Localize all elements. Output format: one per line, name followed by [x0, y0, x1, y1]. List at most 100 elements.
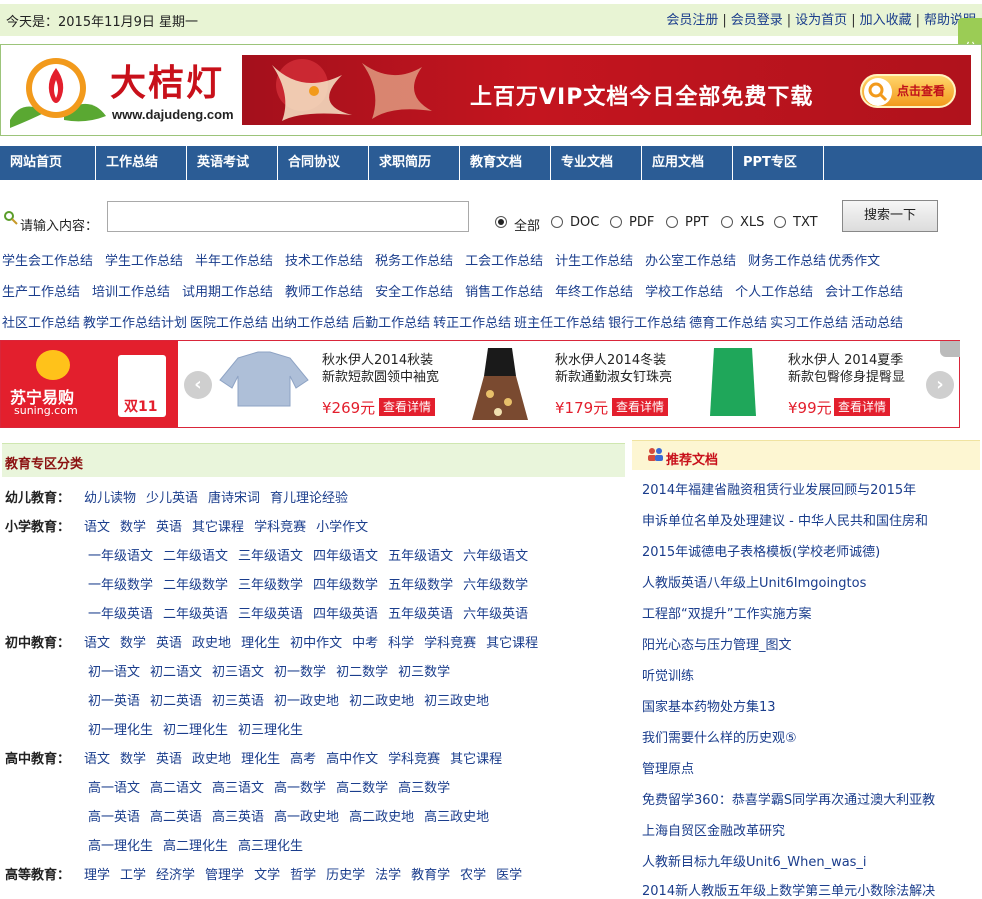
- category-link[interactable]: 高二数学: [336, 781, 388, 796]
- radio-ppt[interactable]: [666, 216, 678, 228]
- category-link[interactable]: 其它课程: [450, 752, 502, 767]
- category-link[interactable]: 经济学: [156, 868, 195, 883]
- tag-link[interactable]: 学校工作总结: [645, 285, 723, 300]
- recommended-doc-link[interactable]: 免费留学360：恭喜学霸S同学再次通过澳大利亚教: [642, 789, 935, 808]
- category-link[interactable]: 高三数学: [398, 781, 450, 796]
- category-link[interactable]: 六年级英语: [463, 607, 528, 622]
- nav-resume[interactable]: 求职简历: [369, 146, 460, 180]
- category-link[interactable]: 高三英语: [212, 810, 264, 825]
- category-link[interactable]: 理学: [84, 868, 110, 883]
- category-link[interactable]: 数学: [120, 752, 146, 767]
- category-link[interactable]: 初二理化生: [163, 723, 228, 738]
- category-link[interactable]: 文学: [254, 868, 280, 883]
- recommended-doc-link[interactable]: 2015年诚德电子表格模板(学校老师诚德): [642, 541, 880, 560]
- tag-link[interactable]: 医院工作总结: [190, 316, 268, 331]
- category-link[interactable]: 一年级数学: [88, 578, 153, 593]
- category-link[interactable]: 高二理化生: [163, 839, 228, 854]
- category-link[interactable]: 历史学: [326, 868, 365, 883]
- nav-education-docs[interactable]: 教育文档: [460, 146, 551, 180]
- category-link[interactable]: 管理学: [205, 868, 244, 883]
- category-link[interactable]: 高考: [290, 752, 316, 767]
- set-homepage-link[interactable]: 设为首页: [795, 13, 847, 28]
- nav-home[interactable]: 网站首页: [0, 146, 96, 180]
- category-link[interactable]: 初三数学: [398, 665, 450, 680]
- tag-link[interactable]: 工会工作总结: [465, 254, 543, 269]
- tag-link[interactable]: 教师工作总结: [285, 285, 363, 300]
- category-link[interactable]: 二年级数学: [163, 578, 228, 593]
- category-link[interactable]: 六年级语文: [463, 549, 528, 564]
- product-skirt-image[interactable]: [708, 346, 758, 420]
- tag-link[interactable]: 税务工作总结: [375, 254, 453, 269]
- category-link[interactable]: 高二政史地: [349, 810, 414, 825]
- category-link[interactable]: 高二语文: [150, 781, 202, 796]
- nav-professional-docs[interactable]: 专业文档: [551, 146, 642, 180]
- category-link[interactable]: 五年级数学: [388, 578, 453, 593]
- category-link[interactable]: 高一理化生: [88, 839, 153, 854]
- tag-link[interactable]: 个人工作总结: [735, 285, 813, 300]
- category-link[interactable]: 三年级语文: [238, 549, 303, 564]
- category-link[interactable]: 高三理化生: [238, 839, 303, 854]
- radio-all[interactable]: [495, 216, 507, 228]
- category-link[interactable]: 政史地: [192, 636, 231, 651]
- category-link[interactable]: 学科竞赛: [254, 520, 306, 535]
- tag-link[interactable]: 后勤工作总结: [352, 316, 430, 331]
- category-link[interactable]: 英语: [156, 636, 182, 651]
- category-link[interactable]: 高三政史地: [424, 810, 489, 825]
- category-link[interactable]: 四年级数学: [313, 578, 378, 593]
- category-link[interactable]: 理化生: [241, 636, 280, 651]
- nav-contracts[interactable]: 合同协议: [278, 146, 369, 180]
- nav-ppt[interactable]: PPT专区: [733, 146, 824, 180]
- category-link[interactable]: 初三语文: [212, 665, 264, 680]
- category-link[interactable]: 学科竞赛: [388, 752, 440, 767]
- category-link[interactable]: 英语: [156, 520, 182, 535]
- tag-link[interactable]: 办公室工作总结: [645, 254, 736, 269]
- category-link[interactable]: 高一政史地: [274, 810, 339, 825]
- search-input[interactable]: [107, 201, 469, 232]
- tag-link[interactable]: 安全工作总结: [375, 285, 453, 300]
- category-link[interactable]: 初一数学: [274, 665, 326, 680]
- recommended-doc-link[interactable]: 上海自贸区金融改革研究: [642, 820, 785, 839]
- recommended-doc-link[interactable]: 工程部“双提升”工作实施方案: [642, 603, 811, 622]
- tag-link[interactable]: 学生工作总结: [105, 254, 183, 269]
- tag-link[interactable]: 培训工作总结: [92, 285, 170, 300]
- category-link[interactable]: 高一英语: [88, 810, 140, 825]
- recommended-doc-link[interactable]: 管理原点: [642, 758, 694, 777]
- category-link[interactable]: 五年级语文: [388, 549, 453, 564]
- login-link[interactable]: 会员登录: [731, 13, 783, 28]
- lantern-logo-icon[interactable]: [2, 50, 110, 134]
- category-link[interactable]: 初一政史地: [274, 694, 339, 709]
- category-link[interactable]: 语文: [84, 636, 110, 651]
- category-link[interactable]: 初一英语: [88, 694, 140, 709]
- category-link[interactable]: 唐诗宋词: [208, 491, 260, 506]
- category-link[interactable]: 农学: [460, 868, 486, 883]
- category-link[interactable]: 教育学: [411, 868, 450, 883]
- category-link[interactable]: 理化生: [241, 752, 280, 767]
- category-link[interactable]: 少儿英语: [146, 491, 198, 506]
- product-sweater-image[interactable]: [218, 350, 310, 410]
- recommended-doc-link[interactable]: 听觉训练: [642, 665, 694, 684]
- tag-link[interactable]: 生产工作总结: [2, 285, 80, 300]
- category-link[interactable]: 学科竞赛: [424, 636, 476, 651]
- category-link[interactable]: 中考: [352, 636, 378, 651]
- tag-link[interactable]: 德育工作总结: [689, 316, 767, 331]
- category-link[interactable]: 高二英语: [150, 810, 202, 825]
- tag-link[interactable]: 学生会工作总结: [2, 254, 93, 269]
- category-link[interactable]: 初三理化生: [238, 723, 303, 738]
- register-link[interactable]: 会员注册: [666, 13, 718, 28]
- tag-link[interactable]: 会计工作总结: [825, 285, 903, 300]
- category-link[interactable]: 幼儿读物: [84, 491, 136, 506]
- category-link[interactable]: 其它课程: [486, 636, 538, 651]
- product-dress-image[interactable]: [470, 346, 530, 422]
- tag-link[interactable]: 教学工作总结计划: [83, 316, 187, 331]
- product-3-name[interactable]: 秋水伊人 2014夏季 新款包臀修身提臀显: [788, 352, 905, 386]
- category-link[interactable]: 二年级语文: [163, 549, 228, 564]
- recommended-doc-link[interactable]: 人教版英语八年级上Unit6Imgoingtos: [642, 572, 866, 591]
- category-link[interactable]: 一年级英语: [88, 607, 153, 622]
- ad-prev-arrow-icon[interactable]: ‹: [184, 371, 212, 399]
- product-1-name[interactable]: 秋水伊人2014秋装 新款短款圆领中袖宽: [322, 352, 439, 386]
- category-link[interactable]: 高一语文: [88, 781, 140, 796]
- nav-work-summary[interactable]: 工作总结: [96, 146, 187, 180]
- tag-link[interactable]: 计生工作总结: [555, 254, 633, 269]
- category-link[interactable]: 初一理化生: [88, 723, 153, 738]
- category-link[interactable]: 语文: [84, 520, 110, 535]
